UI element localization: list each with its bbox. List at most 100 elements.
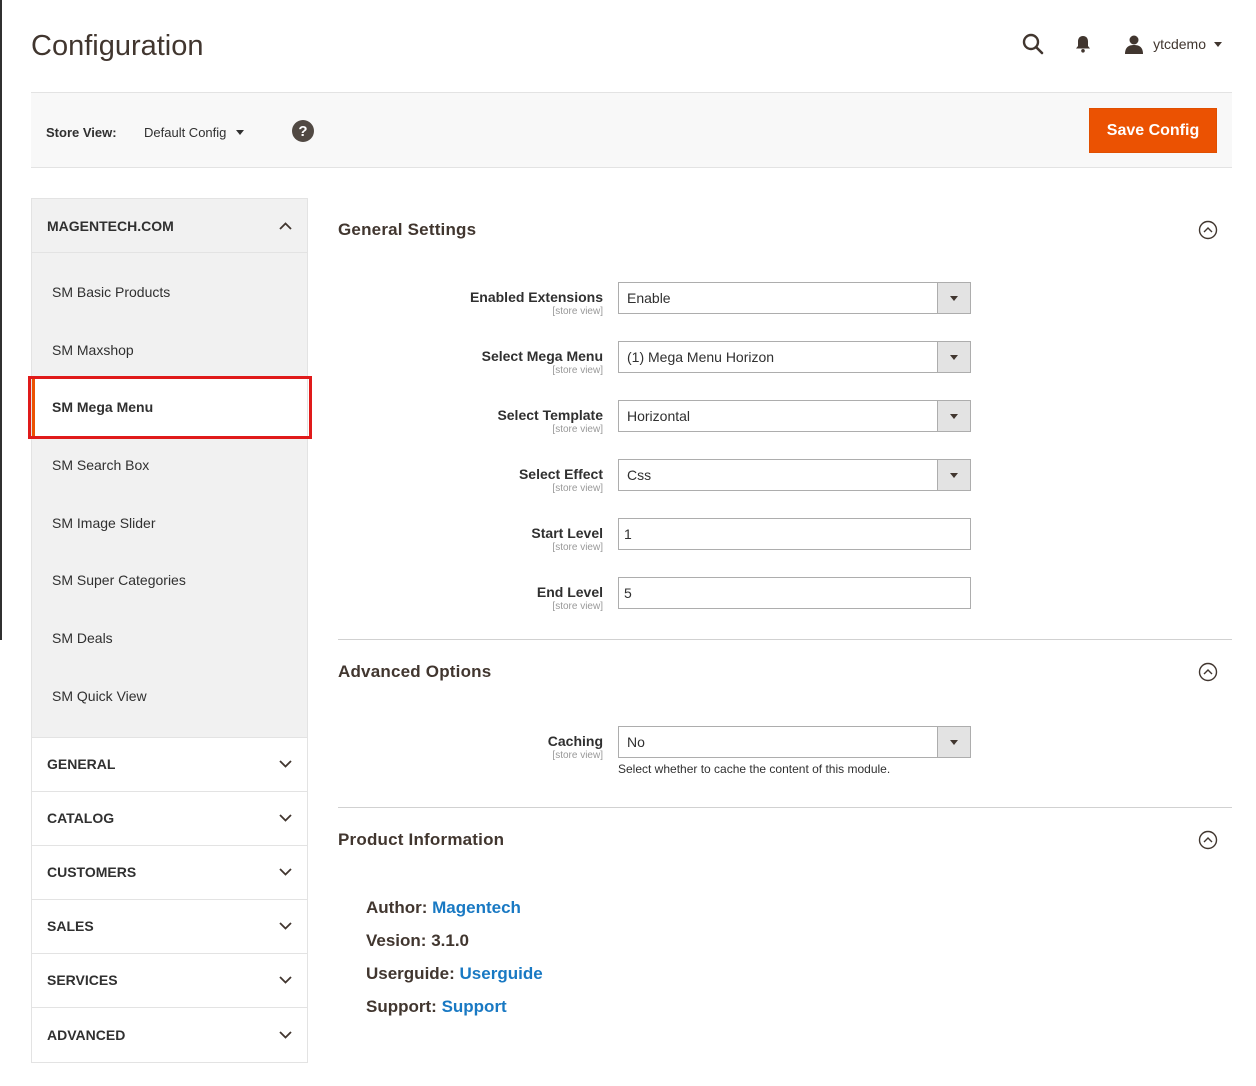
sidebar-section-label: SERVICES [47, 972, 118, 988]
store-view-bar: Store View: Default Config ? Save Config [31, 92, 1232, 168]
info-author: Author: Magentech [366, 898, 1232, 918]
chevron-down-icon [278, 757, 292, 771]
field-label: Select Effect [518, 466, 603, 482]
field-row: Select Mega Menu [store view] (1) Mega Me… [338, 341, 1232, 377]
bell-icon[interactable] [1073, 34, 1093, 54]
collapse-icon[interactable] [1198, 662, 1218, 682]
sidebar-section-label: GENERAL [47, 756, 116, 772]
sidebar-section-label: MAGENTECH.COM [47, 217, 174, 234]
sidebar-item-sm-quick-view[interactable]: SM Quick View [32, 667, 307, 725]
select-template-select[interactable]: Horizontal [618, 400, 971, 432]
field-label: Start Level [531, 525, 603, 541]
sidebar-item-sm-basic-products[interactable]: SM Basic Products [32, 263, 307, 321]
select-mega-menu-select[interactable]: (1) Mega Menu Horizon [618, 341, 971, 373]
sidebar-section-magentech[interactable]: MAGENTECH.COM [32, 199, 307, 253]
field-row: Select Template [store view] Horizontal [338, 400, 1232, 436]
field-row: Start Level [store view] 1 [338, 518, 1232, 554]
advanced-options-header[interactable]: Advanced Options [338, 640, 1232, 704]
field-row: Enabled Extensions [store view] Enable [338, 282, 1232, 318]
sidebar-section-advanced[interactable]: ADVANCED [32, 1007, 307, 1062]
scope-label: [store view] [552, 483, 603, 494]
store-view-switcher[interactable]: Default Config [144, 125, 245, 140]
group-title: Product Information [338, 830, 505, 849]
select-value: (1) Mega Menu Horizon [627, 349, 775, 365]
select-effect-select[interactable]: Css [618, 459, 971, 491]
select-value: No [627, 734, 645, 750]
author-link[interactable]: Magentech [432, 898, 521, 917]
general-settings-header[interactable]: General Settings [338, 198, 1232, 262]
save-config-button[interactable]: Save Config [1089, 108, 1217, 153]
advanced-options-group: Advanced Options Caching [store view] No … [338, 640, 1232, 808]
dropdown-arrow-icon [937, 460, 970, 490]
end-level-input[interactable]: 5 [618, 577, 971, 609]
info-support: Support: Support [366, 997, 1232, 1017]
select-value: Horizontal [627, 408, 691, 424]
field-label: Caching [547, 733, 603, 749]
start-level-input[interactable]: 1 [618, 518, 971, 550]
product-info-list: Author: Magentech Vesion: 3.1.0 Userguid… [338, 872, 1232, 1056]
chevron-down-icon [278, 865, 292, 879]
sidebar-item-sm-mega-menu[interactable]: SM Mega Menu [32, 378, 307, 437]
chevron-up-icon [278, 219, 292, 233]
sidebar-item-sm-maxshop[interactable]: SM Maxshop [32, 321, 307, 379]
dropdown-arrow-icon [937, 342, 970, 372]
config-sidebar: MAGENTECH.COM SM Basic Products SM Maxsh… [31, 198, 308, 1063]
field-label: Select Template [497, 407, 603, 423]
sidebar-section-label: CUSTOMERS [47, 864, 137, 880]
header-actions: ytcdemo [1021, 30, 1222, 58]
sidebar-item-sm-image-slider[interactable]: SM Image Slider [32, 494, 307, 552]
product-information-header[interactable]: Product Information [338, 808, 1232, 872]
info-key: Author: [366, 898, 428, 917]
input-value: 1 [624, 526, 632, 542]
sidebar-section-label: SALES [47, 918, 94, 934]
sidebar-item-sm-super-categories[interactable]: SM Super Categories [32, 551, 307, 609]
enabled-extensions-select[interactable]: Enable [618, 282, 971, 314]
field-label: End Level [536, 584, 603, 600]
collapse-icon[interactable] [1198, 830, 1218, 850]
info-value: 3.1.0 [431, 931, 470, 950]
field-row: Select Effect [store view] Css [338, 459, 1232, 495]
sidebar-item-sm-deals[interactable]: SM Deals [32, 609, 307, 667]
info-key: Vesion: [366, 931, 427, 950]
chevron-down-icon [278, 811, 292, 825]
info-userguide: Userguide: Userguide [366, 964, 1232, 984]
page-title: Configuration [31, 30, 204, 62]
product-information-group: Product Information Author: Magentech Ve… [338, 808, 1232, 1056]
user-menu[interactable]: ytcdemo [1123, 33, 1222, 55]
scope-label: [store view] [552, 601, 603, 612]
sidebar-section-general[interactable]: GENERAL [32, 737, 307, 792]
chevron-down-icon [236, 130, 245, 135]
user-icon [1123, 33, 1145, 55]
chevron-down-icon [1214, 41, 1222, 47]
field-label: Enabled Extensions [469, 289, 603, 305]
config-main: General Settings Enabled Extensions [stor… [338, 198, 1232, 1056]
sidebar-section-services[interactable]: SERVICES [32, 953, 307, 1008]
sidebar-section-sales[interactable]: SALES [32, 899, 307, 954]
dropdown-arrow-icon [937, 401, 970, 431]
sidebar-submenu: SM Basic Products SM Maxshop SM Mega Men… [32, 253, 307, 738]
caching-note: Select whether to cache the content of t… [618, 762, 891, 776]
user-name: ytcdemo [1153, 36, 1206, 52]
search-icon[interactable] [1021, 32, 1045, 56]
store-view-label: Store View: [46, 125, 117, 140]
sidebar-item-sm-search-box[interactable]: SM Search Box [32, 436, 307, 494]
general-settings-group: General Settings Enabled Extensions [stor… [338, 198, 1232, 640]
scope-label: [store view] [552, 424, 603, 435]
store-view-value: Default Config [144, 125, 227, 140]
chevron-down-icon [278, 1028, 292, 1042]
field-row: Caching [store view] No Select whether to… [338, 726, 1232, 776]
sidebar-section-customers[interactable]: CUSTOMERS [32, 845, 307, 900]
field-row: End Level [store view] 5 [338, 577, 1232, 613]
scope-label: [store view] [552, 365, 603, 376]
chevron-down-icon [278, 973, 292, 987]
select-value: Css [627, 467, 652, 483]
support-link[interactable]: Support [442, 997, 507, 1016]
scope-label: [store view] [552, 542, 603, 553]
caching-select[interactable]: No [618, 726, 971, 758]
help-icon[interactable]: ? [292, 120, 314, 142]
dropdown-arrow-icon [937, 283, 970, 313]
sidebar-section-label: ADVANCED [47, 1026, 126, 1043]
userguide-link[interactable]: Userguide [460, 964, 543, 983]
collapse-icon[interactable] [1198, 220, 1218, 240]
sidebar-section-catalog[interactable]: CATALOG [32, 791, 307, 846]
